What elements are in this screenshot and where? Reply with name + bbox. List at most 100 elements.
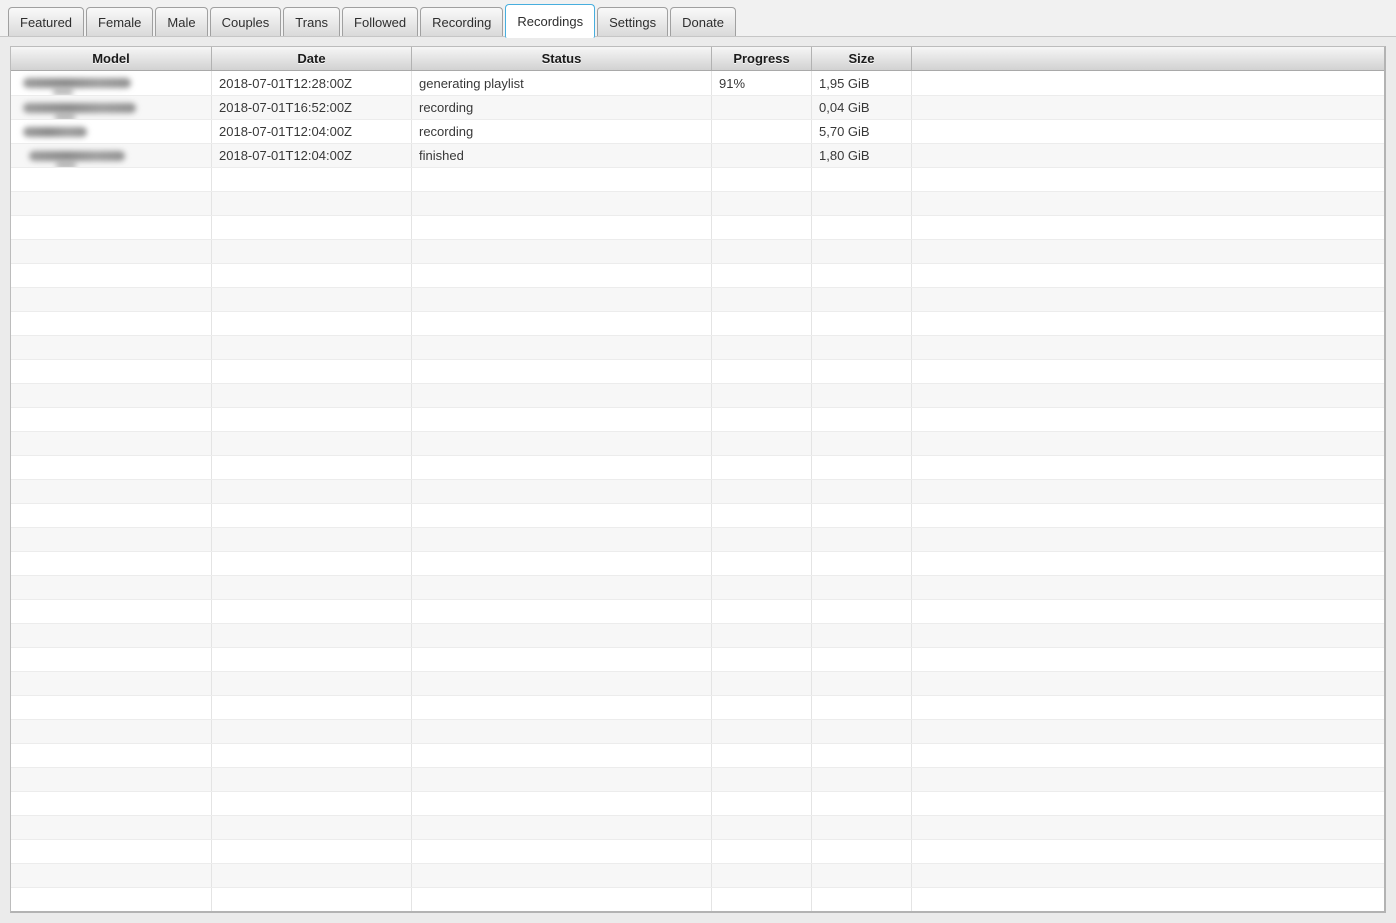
cell-status [412, 360, 712, 383]
cell-progress [712, 888, 812, 911]
cell-filler [912, 168, 1384, 191]
table-row-empty[interactable] [11, 791, 1384, 815]
column-header-progress[interactable]: Progress [712, 47, 812, 70]
cell-filler [912, 216, 1384, 239]
table-row-empty[interactable] [11, 311, 1384, 335]
cell-model [11, 648, 212, 671]
cell-status [412, 480, 712, 503]
table-row-empty[interactable] [11, 455, 1384, 479]
table-row-empty[interactable] [11, 671, 1384, 695]
cell-date [212, 264, 412, 287]
tab-settings[interactable]: Settings [597, 7, 669, 36]
table-row-empty[interactable] [11, 239, 1384, 263]
cell-model [11, 480, 212, 503]
tab-recordings[interactable]: Recordings [505, 4, 596, 38]
cell-size [812, 720, 912, 743]
table-row-empty[interactable] [11, 167, 1384, 191]
redacted-model-name [23, 102, 136, 119]
column-header-size[interactable]: Size [812, 47, 912, 70]
cell-status [412, 744, 712, 767]
column-header-status[interactable]: Status [412, 47, 712, 70]
cell-filler [912, 360, 1384, 383]
cell-status: generating playlist [412, 71, 712, 95]
table-row-empty[interactable] [11, 479, 1384, 503]
cell-progress [712, 720, 812, 743]
table-row-empty[interactable] [11, 551, 1384, 575]
tab-bar: Featured Female Male Couples Trans Follo… [0, 0, 1396, 38]
table-row-empty[interactable] [11, 359, 1384, 383]
cell-status [412, 672, 712, 695]
cell-filler [912, 816, 1384, 839]
cell-model [11, 792, 212, 815]
table-row-empty[interactable] [11, 839, 1384, 863]
table-row[interactable]: 2018-07-01T12:04:00Z recording 5,70 GiB [11, 119, 1384, 143]
tab-donate[interactable]: Donate [670, 7, 737, 36]
content-area: Model Date Status Progress Size 2018-07-… [0, 37, 1396, 923]
cell-size [812, 456, 912, 479]
cell-date [212, 432, 412, 455]
table-row-empty[interactable] [11, 887, 1384, 911]
table-row-empty[interactable] [11, 815, 1384, 839]
table-row-empty[interactable] [11, 647, 1384, 671]
tab-featured[interactable]: Featured [8, 7, 85, 36]
cell-filler [912, 432, 1384, 455]
table-row-empty[interactable] [11, 719, 1384, 743]
cell-size: 1,95 GiB [812, 71, 912, 95]
table-row-empty[interactable] [11, 599, 1384, 623]
cell-status [412, 792, 712, 815]
column-header-model[interactable]: Model [11, 47, 212, 70]
cell-size [812, 768, 912, 791]
table-row-empty[interactable] [11, 383, 1384, 407]
cell-progress [712, 264, 812, 287]
cell-filler [912, 312, 1384, 335]
table-row-empty[interactable] [11, 743, 1384, 767]
tab-couples[interactable]: Couples [209, 7, 282, 36]
tab-followed[interactable]: Followed [342, 7, 419, 36]
table-row-empty[interactable] [11, 335, 1384, 359]
cell-date [212, 648, 412, 671]
tab-female[interactable]: Female [86, 7, 154, 36]
cell-date [212, 888, 412, 911]
cell-model [11, 336, 212, 359]
table-row-empty[interactable] [11, 503, 1384, 527]
cell-filler [912, 576, 1384, 599]
table-row-empty[interactable] [11, 623, 1384, 647]
table-row[interactable]: 2018-07-01T12:28:00Z generating playlist… [11, 71, 1384, 95]
cell-size [812, 288, 912, 311]
cell-date [212, 360, 412, 383]
table-row-empty[interactable] [11, 263, 1384, 287]
cell-date [212, 744, 412, 767]
tab-male[interactable]: Male [155, 7, 208, 36]
cell-date [212, 816, 412, 839]
table-row-empty[interactable] [11, 215, 1384, 239]
table-row-empty[interactable] [11, 431, 1384, 455]
cell-size: 1,80 GiB [812, 144, 912, 167]
table-row-empty[interactable] [11, 527, 1384, 551]
table-row[interactable]: 2018-07-01T16:52:00Z recording 0,04 GiB [11, 95, 1384, 119]
table-row[interactable]: 2018-07-01T12:04:00Z finished 1,80 GiB [11, 143, 1384, 167]
table-row-empty[interactable] [11, 575, 1384, 599]
cell-progress [712, 384, 812, 407]
cell-model [11, 240, 212, 263]
cell-status [412, 528, 712, 551]
table-row-empty[interactable] [11, 695, 1384, 719]
tab-trans[interactable]: Trans [283, 7, 341, 36]
cell-date [212, 528, 412, 551]
cell-size [812, 624, 912, 647]
cell-size [812, 336, 912, 359]
table-row-empty[interactable] [11, 767, 1384, 791]
cell-status [412, 768, 712, 791]
tab-recording[interactable]: Recording [420, 7, 504, 36]
column-header-date[interactable]: Date [212, 47, 412, 70]
cell-progress [712, 360, 812, 383]
table-row-empty[interactable] [11, 191, 1384, 215]
cell-date [212, 864, 412, 887]
cell-model [11, 528, 212, 551]
table-row-empty[interactable] [11, 863, 1384, 887]
table-row-empty[interactable] [11, 407, 1384, 431]
cell-date: 2018-07-01T12:04:00Z [212, 144, 412, 167]
cell-model [11, 360, 212, 383]
table-row-empty[interactable] [11, 287, 1384, 311]
cell-filler [912, 648, 1384, 671]
cell-status [412, 408, 712, 431]
